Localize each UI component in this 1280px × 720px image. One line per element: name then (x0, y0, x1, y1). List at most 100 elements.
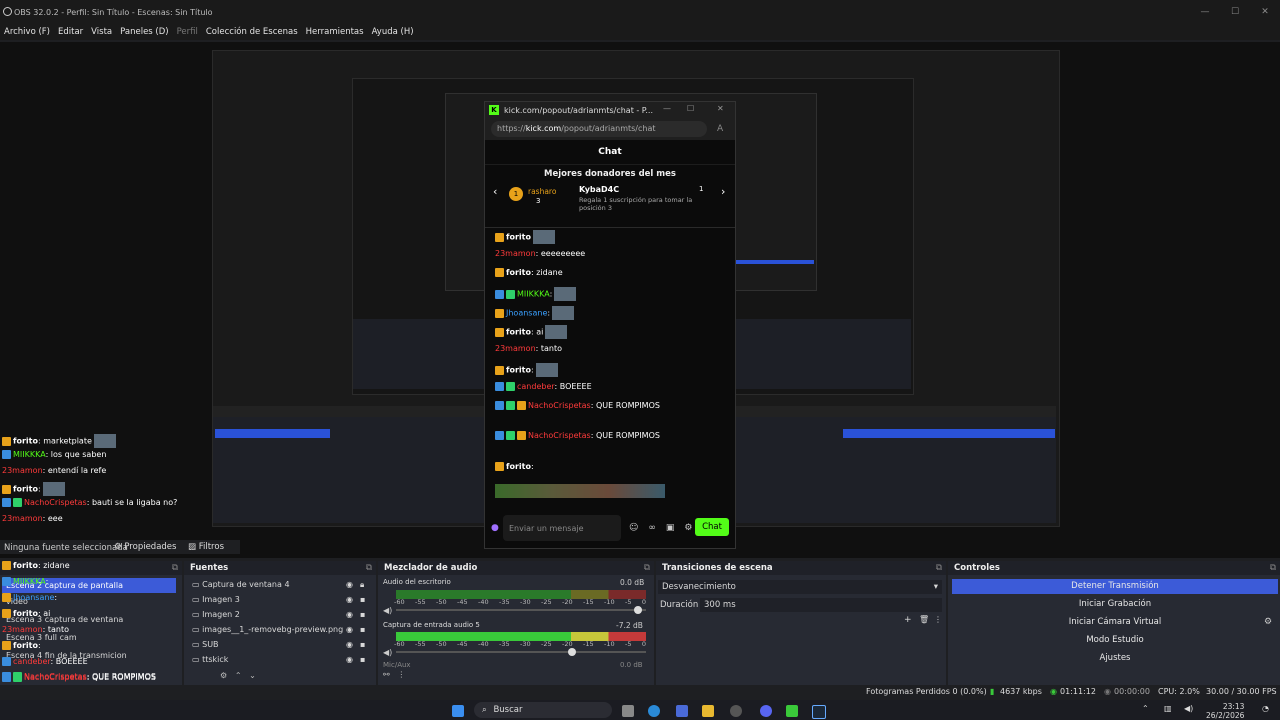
url-field[interactable]: https://kick.com/popout/adrianmts/chat (491, 121, 707, 137)
overlay-chat-message: forito: ai (2, 609, 50, 618)
eye-icon[interactable]: ◉ (346, 652, 353, 667)
speaker-icon[interactable]: ◀) (383, 606, 392, 615)
volume-icon[interactable]: ◀) (1184, 704, 1193, 713)
discord-icon[interactable] (760, 705, 772, 717)
source-item[interactable]: ▭ SUB ◉ ▪ (192, 637, 372, 652)
dock-options-icon[interactable]: ⧉ (644, 561, 650, 575)
tray-chevron-icon[interactable]: ⌃ (1142, 704, 1149, 713)
menu-archivo[interactable]: Archivo (F) (4, 27, 50, 37)
settings-icon[interactable]: ⚙ (684, 523, 692, 533)
send-message-input[interactable]: Enviar un mensaje (503, 515, 621, 541)
chat-message: forito (495, 230, 555, 244)
chat-close-icon[interactable]: ✕ (717, 104, 724, 113)
windows-start-icon[interactable] (452, 705, 464, 717)
volume-slider[interactable] (396, 648, 646, 656)
source-item[interactable]: ▭ Captura de ventana 4 ◉ 🔒︎ (192, 577, 372, 592)
gift-icon[interactable]: ▣ (666, 523, 675, 533)
emote-icon[interactable]: ☺ (629, 523, 638, 533)
studio-mode-button[interactable]: Modo Estudio (952, 633, 1278, 648)
donors-prev-icon[interactable]: ‹ (493, 185, 497, 198)
notifications-icon[interactable]: ◔ (1262, 704, 1269, 713)
lock-icon[interactable]: ▪ (360, 637, 365, 652)
delete-icon[interactable]: 🗑︎ (919, 615, 929, 624)
chat-message: Jhoansane: (495, 306, 575, 320)
mic-icon[interactable]: ● (491, 523, 503, 533)
network-icon[interactable]: ▥ (1164, 704, 1172, 713)
app-icon[interactable] (730, 705, 742, 717)
donor-main-count: 1 (699, 185, 704, 193)
source-item[interactable]: ▭ Imagen 2 ◉ ▪ (192, 607, 372, 622)
chat-message: candeber: BOEEEE (495, 382, 592, 391)
source-item[interactable]: ▭ ttskick ◉ ▪ (192, 652, 372, 667)
volume-slider[interactable] (396, 606, 646, 614)
maximize-icon[interactable]: ☐ (1220, 0, 1250, 24)
file-explorer-icon[interactable] (702, 705, 714, 717)
chat-send-button[interactable]: Chat (695, 518, 729, 536)
url-path: /popout/adrianmts/chat (561, 124, 656, 133)
tab-filtros[interactable]: ▨ Filtros (188, 542, 224, 552)
gear-icon[interactable]: ⚙ (1264, 617, 1272, 627)
task-view-icon[interactable] (622, 705, 634, 717)
more-icon[interactable]: ⋮ (397, 670, 405, 679)
close-icon[interactable]: ✕ (1250, 0, 1280, 24)
users-icon[interactable]: ∞ (648, 523, 656, 533)
start-recording-button[interactable]: Iniciar Grabación (952, 597, 1278, 612)
media-icon[interactable] (786, 705, 798, 717)
lock-icon[interactable]: ▪ (360, 607, 365, 622)
taskbar-search[interactable]: ⌕ Buscar (474, 702, 612, 718)
eye-icon[interactable]: ◉ (346, 622, 353, 637)
lock-icon[interactable]: ▪ (360, 592, 365, 607)
mixer-channel-db: 0.0 dB (620, 661, 643, 669)
donors-next-icon[interactable]: › (721, 185, 725, 198)
edge-icon[interactable] (648, 705, 660, 717)
link-icon[interactable]: ⚯ (383, 670, 390, 679)
clock[interactable]: 23:13 26/2/2026 (1206, 702, 1244, 720)
kick-chat-popout[interactable]: K kick.com/popout/adrianmts/chat - P... … (484, 101, 736, 549)
dock-options-icon[interactable]: ⧉ (366, 561, 372, 575)
eye-icon[interactable]: ◉ (346, 577, 353, 592)
store-icon[interactable] (676, 705, 688, 717)
eye-icon[interactable]: ◉ (346, 592, 353, 607)
dock-options-icon[interactable]: ⧉ (936, 561, 942, 575)
dock-options-icon[interactable]: ⧉ (172, 561, 178, 575)
menu-herramientas[interactable]: Herramientas (306, 27, 364, 37)
overlay-chat-message: MIIKKKA: (2, 577, 48, 586)
more-icon[interactable]: ⋮ (934, 615, 942, 624)
meter-scale: -60 -55 -50 -45 -40 -35 -30 -25 -20 -15 -10 -5 0 (394, 640, 646, 648)
menu-ayuda[interactable]: Ayuda (H) (372, 27, 414, 37)
menu-editar[interactable]: Editar (58, 27, 83, 37)
eye-icon[interactable]: ◉ (346, 607, 353, 622)
dock-options-icon[interactable]: ⧉ (1270, 561, 1276, 575)
stop-streaming-button[interactable]: Detener Transmisión (952, 579, 1278, 594)
mixer-toolbar: ⚯ ⋮ (383, 670, 405, 679)
minimize-icon[interactable]: — (1190, 0, 1220, 24)
source-item[interactable]: ▭ images__1_-removebg-preview.png ◉ ▪ (192, 622, 372, 637)
chat-minimize-icon[interactable]: — (663, 104, 671, 113)
settings-button[interactable]: Ajustes (952, 651, 1278, 666)
duration-field[interactable]: 300 ms (700, 598, 942, 612)
settings-icon[interactable]: ⚙ (220, 671, 227, 680)
eye-icon[interactable]: ◉ (346, 637, 353, 652)
reader-icon[interactable]: A (717, 124, 723, 134)
menu-perfil[interactable]: Perfil (177, 27, 198, 37)
move-down-icon[interactable]: ⌄ (249, 671, 256, 680)
chat-maximize-icon[interactable]: ☐ (687, 104, 694, 113)
steam-icon[interactable] (812, 705, 826, 719)
transition-select[interactable]: Desvanecimiento ▾ (658, 580, 942, 594)
emote-bar[interactable] (495, 484, 665, 498)
donor-left-name: rasharo (528, 187, 557, 196)
donors-title: Mejores donadores del mes (544, 169, 676, 179)
menu-paneles[interactable]: Paneles (D) (120, 27, 168, 37)
menu-vista[interactable]: Vista (91, 27, 112, 37)
source-item[interactable]: ▭ Imagen 3 ◉ ▪ (192, 592, 372, 607)
add-transition-icon[interactable]: + (904, 615, 912, 625)
start-virtual-camera-button[interactable]: Iniciar Cámara Virtual (952, 615, 1278, 630)
lock-icon[interactable]: ▪ (360, 652, 365, 667)
move-up-icon[interactable]: ⌃ (235, 671, 242, 680)
menu-coleccion-escenas[interactable]: Colección de Escenas (206, 27, 298, 37)
tab-propiedades[interactable]: ⚙ Propiedades (114, 542, 176, 552)
lock-icon[interactable]: 🔒︎ (360, 577, 364, 592)
speaker-icon[interactable]: ◀) (383, 648, 392, 657)
address-bar[interactable]: https://kick.com/popout/adrianmts/chat A (485, 118, 735, 140)
lock-icon[interactable]: ▪ (360, 622, 365, 637)
